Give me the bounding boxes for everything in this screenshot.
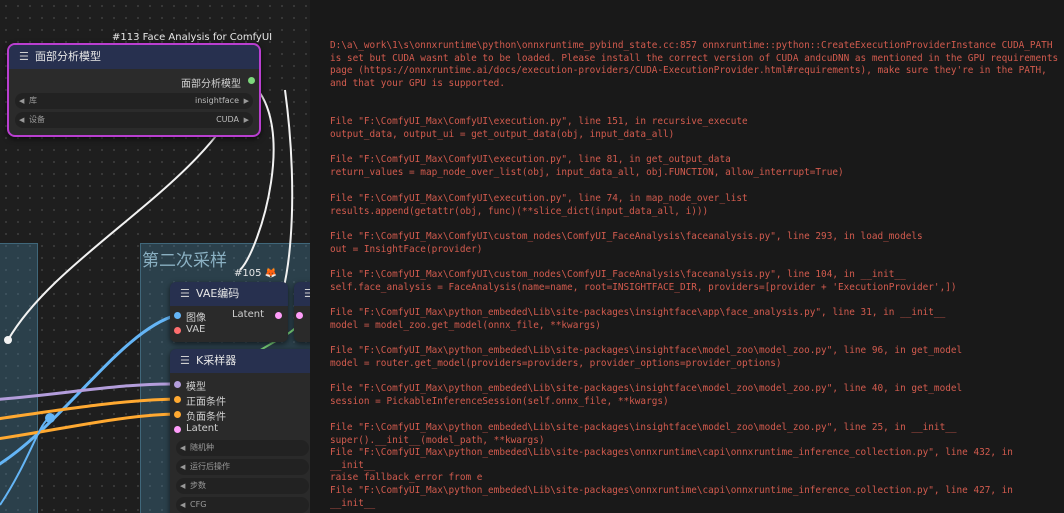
face-output-label: 面部分析模型 [181, 79, 241, 90]
vae-encode-node[interactable]: ☰ VAE编码 图像 VAE Latent [170, 282, 288, 342]
console-line: File "F:\ComfyUI_Max\python_embeded\Lib\… [330, 422, 957, 433]
ksampler-node-title: K采样器 [196, 354, 237, 367]
positive-input-label: 正面条件 [186, 397, 226, 408]
console-line: model = router.get_model(providers=provi… [330, 357, 782, 369]
error-console[interactable]: D:\a\_work\1\s\onnxruntime\python\onnxru… [310, 0, 1064, 513]
positive-input-port[interactable] [174, 396, 181, 403]
left-arrow-icon[interactable]: ◀ [19, 93, 24, 109]
face-analysis-node[interactable]: ☰ 面部分析模型 面部分析模型 ◀ 库 insightface ▶ ◀ 设备 CU… [7, 43, 261, 137]
negative-input-port[interactable] [174, 411, 181, 418]
console-line: __init__ [330, 497, 376, 509]
negative-input-label: 负面条件 [186, 412, 226, 423]
console-line: super().__init__(model_path, **kwargs) [330, 434, 545, 446]
offscreen-node-input-port[interactable] [296, 312, 303, 319]
vae-node-title: VAE编码 [196, 287, 240, 300]
left-arrow-icon[interactable]: ◀ [180, 497, 185, 513]
console-line: model = model_zoo.get_model(onnx_file, *… [330, 319, 601, 331]
console-line: File "F:\ComfyUI_Max\ComfyUI\execution.p… [330, 116, 748, 127]
vae-input-port[interactable] [174, 327, 181, 334]
right-arrow-icon[interactable]: ▶ [244, 93, 249, 109]
face-node-title: 面部分析模型 [35, 50, 101, 63]
cfg-widget[interactable]: ◀ CFG [176, 497, 309, 513]
library-combo[interactable]: ◀ 库 insightface ▶ [15, 93, 253, 109]
face-output-port[interactable] [248, 77, 255, 84]
console-line: File "F:\ComfyUI_Max\ComfyUI\execution.p… [330, 154, 731, 165]
console-line: D:\a\_work\1\s\onnxruntime\python\onnxru… [330, 40, 1053, 51]
vae-node-header[interactable]: ☰ VAE编码 [170, 282, 288, 306]
face-node-header[interactable]: ☰ 面部分析模型 [9, 45, 259, 69]
latent-input-label: Latent [186, 423, 219, 434]
node-menu-icon[interactable]: ☰ [180, 282, 190, 306]
console-line: raise fallback_error from e [330, 472, 483, 484]
ksampler-node-header[interactable]: ☰ K采样器 [170, 349, 310, 373]
node-menu-icon[interactable]: ☰ [19, 45, 29, 69]
console-line: and that your GPU is supported. [330, 77, 505, 89]
console-line: File "F:\ComfyUI_Max\python_embeded\Lib\… [330, 383, 963, 394]
console-line: File "F:\ComfyUI_Max\python_embeded\Lib\… [330, 447, 1013, 459]
offscreen-node-header[interactable]: ☰ [294, 282, 310, 306]
console-line: File "F:\ComfyUI_Max\ComfyUI\custom_node… [330, 231, 923, 242]
node-menu-icon[interactable]: ☰ [180, 349, 190, 373]
offscreen-node[interactable]: ☰ [294, 282, 310, 342]
left-arrow-icon[interactable]: ◀ [180, 459, 185, 475]
latent-input-port[interactable] [174, 426, 181, 433]
seed-widget[interactable]: ◀ 随机种 [176, 440, 309, 456]
console-line: page (https://onnxruntime.ai/docs/execut… [330, 65, 1047, 77]
console-line: results.append(getattr(obj, func)(**slic… [330, 205, 709, 217]
control-after-generate-widget[interactable]: ◀ 运行后操作 [176, 459, 309, 475]
device-combo[interactable]: ◀ 设备 CUDA ▶ [15, 112, 253, 128]
console-line: output_data, output_ui = get_output_data… [330, 128, 675, 140]
ksampler-node[interactable]: ☰ K采样器 模型 正面条件 负面条件 Latent ◀ 随机种 ◀ 运行后操作 ◀ 步… [170, 349, 310, 513]
console-line: is set but CUDA wasnt able to be loaded.… [330, 52, 1059, 64]
steps-widget[interactable]: ◀ 步数 [176, 478, 309, 494]
left-arrow-icon[interactable]: ◀ [180, 478, 185, 494]
model-input-port[interactable] [174, 381, 181, 388]
console-line: return_values = map_node_over_list(obj, … [330, 166, 844, 178]
console-line: File "F:\ComfyUI_Max\ComfyUI\custom_node… [330, 269, 906, 280]
node-canvas[interactable]: 第二次采样 #113 Face Analysis for ComfyUI ☰ 面部… [0, 0, 310, 513]
console-line: session = PickableInferenceSession(self.… [330, 395, 669, 407]
console-line: __init__ [330, 459, 376, 471]
image-input-port[interactable] [174, 312, 181, 319]
image-input-label: 图像 [186, 313, 206, 324]
console-line: out = InsightFace(provider) [330, 243, 483, 255]
console-line: self.face_analysis = FaceAnalysis(name=n… [330, 281, 957, 293]
vae-node-id-badge: #105 🦊 [234, 268, 278, 279]
left-arrow-icon[interactable]: ◀ [180, 440, 185, 456]
face-node-id-badge: #113 Face Analysis for ComfyUI [112, 32, 273, 43]
vae-input-label: VAE [186, 324, 206, 335]
left-arrow-icon[interactable]: ◀ [19, 112, 24, 128]
console-line: File "F:\ComfyUI_Max\python_embeded\Lib\… [330, 307, 946, 318]
latent-output-label: Latent [231, 309, 264, 320]
model-input-label: 模型 [186, 382, 206, 393]
console-line: File "F:\ComfyUI_Max\python_embeded\Lib\… [330, 485, 1013, 496]
right-arrow-icon[interactable]: ▶ [244, 112, 249, 128]
console-line: File "F:\ComfyUI_Max\ComfyUI\execution.p… [330, 193, 748, 204]
console-line: File "F:\ComfyUI_Max\python_embeded\Lib\… [330, 345, 963, 356]
latent-output-port[interactable] [275, 312, 282, 319]
